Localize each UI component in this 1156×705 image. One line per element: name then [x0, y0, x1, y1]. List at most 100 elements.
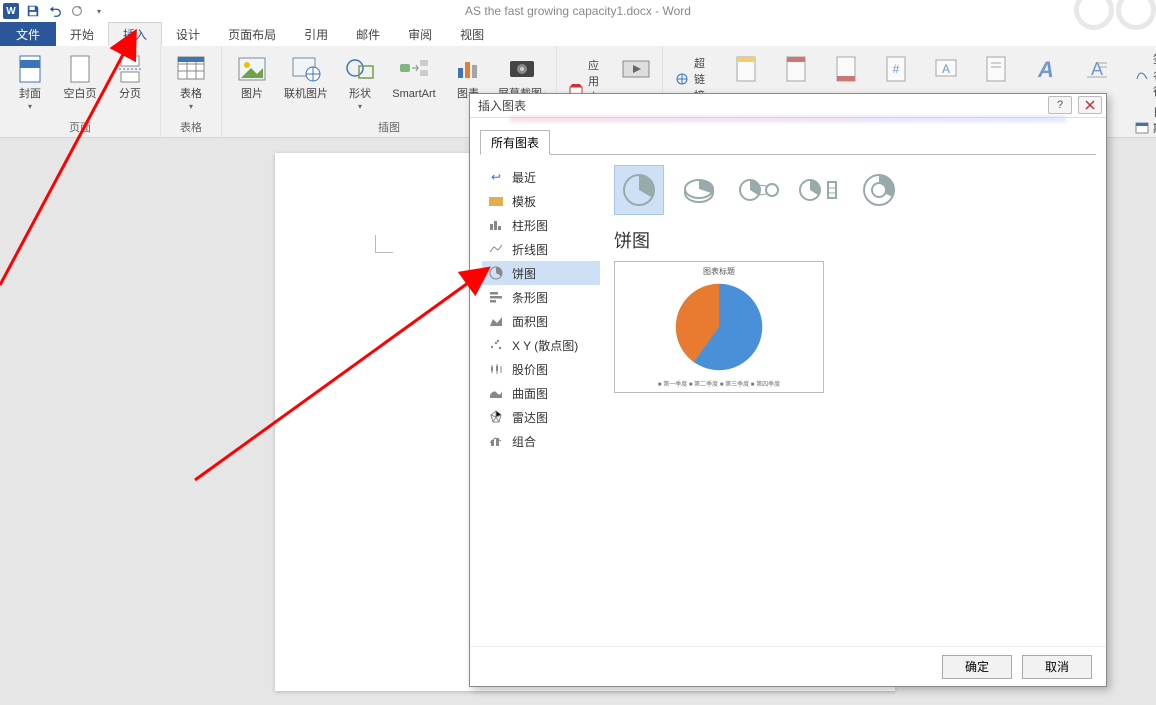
- blank-page-icon: [64, 53, 96, 85]
- cat-bar[interactable]: 条形图: [482, 285, 600, 309]
- placeholder-button-1[interactable]: [724, 50, 768, 85]
- smartart-icon: [398, 53, 430, 85]
- cat-line[interactable]: 折线图: [482, 237, 600, 261]
- combo-icon: [488, 433, 504, 449]
- surface-icon: [488, 385, 504, 401]
- cat-area[interactable]: 面积图: [482, 309, 600, 333]
- stock-icon: [488, 361, 504, 377]
- page-break-button[interactable]: 分页: [108, 50, 152, 100]
- word-icon: W: [3, 3, 19, 19]
- pie-preview-svg: [671, 279, 767, 375]
- template-icon: [488, 193, 504, 209]
- cat-combo[interactable]: 组合: [482, 429, 600, 453]
- cat-column[interactable]: 柱形图: [482, 213, 600, 237]
- line-icon: [488, 241, 504, 257]
- scatter-icon: [488, 337, 504, 353]
- svg-text:A: A: [1037, 57, 1054, 82]
- ok-button[interactable]: 确定: [942, 655, 1012, 679]
- group-label-tables: 表格: [169, 119, 213, 135]
- variant-pie-of-pie[interactable]: [734, 165, 784, 215]
- cover-page-icon: [14, 53, 46, 85]
- dialog-help-button[interactable]: ?: [1048, 96, 1072, 114]
- chart-preview-legend: ■ 第一季度 ■ 第二季度 ■ 第三季度 ■ 第四季度: [658, 379, 780, 388]
- signature-icon: [1135, 67, 1149, 83]
- tab-mailings[interactable]: 邮件: [342, 22, 394, 46]
- blurred-strip: [510, 116, 1066, 122]
- undo-icon[interactable]: [47, 3, 63, 19]
- tab-file[interactable]: 文件: [0, 22, 56, 46]
- tab-view[interactable]: 视图: [446, 22, 498, 46]
- table-button[interactable]: 表格▾: [169, 50, 213, 112]
- hyperlink-icon: [674, 71, 690, 87]
- cat-template[interactable]: 模板: [482, 189, 600, 213]
- chart-type-title: 饼图: [614, 227, 1094, 253]
- placeholder-button-4[interactable]: [974, 50, 1018, 85]
- window-title: AS the fast growing capacity1.docx - Wor…: [0, 4, 1156, 18]
- qat-more-icon[interactable]: ▾: [91, 3, 107, 19]
- variant-bar-of-pie[interactable]: [794, 165, 844, 215]
- margin-mark-icon: [375, 235, 393, 253]
- cover-page-button[interactable]: 封面▾: [8, 50, 52, 112]
- cat-pie[interactable]: 饼图: [482, 261, 600, 285]
- shapes-icon: [344, 53, 376, 85]
- group-label-pages: 页面: [8, 119, 152, 135]
- doughnut-variant-icon: [861, 172, 897, 208]
- column-icon: [488, 217, 504, 233]
- chart-icon: [452, 53, 484, 85]
- video-icon: [620, 53, 652, 85]
- signature-button[interactable]: 签名行: [1132, 50, 1156, 100]
- tab-insert[interactable]: 插入: [108, 22, 162, 46]
- tab-design[interactable]: 设计: [162, 22, 214, 46]
- tab-references[interactable]: 引用: [290, 22, 342, 46]
- save-icon[interactable]: [25, 3, 41, 19]
- tab-home[interactable]: 开始: [56, 22, 108, 46]
- cat-recent[interactable]: ↩最近: [482, 165, 600, 189]
- cat-surface[interactable]: 曲面图: [482, 381, 600, 405]
- redo-icon[interactable]: [69, 3, 85, 19]
- online-picture-icon: [290, 53, 322, 85]
- cat-xy[interactable]: X Y (散点图): [482, 333, 600, 357]
- title-bar: W ▾ AS the fast growing capacity1.docx -…: [0, 0, 1156, 22]
- svg-text:A: A: [1091, 59, 1103, 79]
- chart-preview[interactable]: 图表标题 ■ 第一季度 ■ 第二季度 ■ 第三季度 ■ 第四季度: [614, 261, 824, 393]
- dialog-tab-all-charts[interactable]: 所有图表: [480, 130, 550, 155]
- recent-icon: ↩: [488, 169, 504, 185]
- variant-pie[interactable]: [614, 165, 664, 215]
- group-pages: 封面▾ 空白页 分页 页面: [0, 46, 161, 137]
- variant-doughnut[interactable]: [854, 165, 904, 215]
- tab-layout[interactable]: 页面布局: [214, 22, 290, 46]
- smartart-button[interactable]: SmartArt: [388, 50, 440, 100]
- group-text-extras: 签名行 日期和 对象: [1126, 46, 1156, 137]
- dialog-title: 插入图表: [478, 97, 526, 114]
- svg-text:#: #: [893, 62, 900, 76]
- page-number-button[interactable]: #: [874, 50, 918, 85]
- radar-icon: [488, 409, 504, 425]
- blank-page-button[interactable]: 空白页: [58, 50, 102, 100]
- cat-radar[interactable]: 雷达图: [482, 405, 600, 429]
- dialog-close-button[interactable]: [1078, 96, 1102, 114]
- pie-of-pie-icon: [738, 175, 780, 205]
- ribbon-tabstrip: 文件 开始 插入 设计 页面布局 引用 邮件 审阅 视图: [0, 22, 1156, 46]
- wordart-button[interactable]: A: [1024, 50, 1068, 85]
- online-picture-button[interactable]: 联机图片: [280, 50, 332, 100]
- drop-cap-button[interactable]: A: [1074, 50, 1118, 85]
- pie3d-variant-icon: [681, 175, 717, 205]
- chart-preview-title: 图表标题: [703, 266, 735, 277]
- dialog-title-bar[interactable]: 插入图表 ?: [470, 94, 1106, 118]
- pie-variant-icon: [621, 172, 657, 208]
- page-break-icon: [114, 53, 146, 85]
- placeholder-button-3[interactable]: [824, 50, 868, 85]
- cancel-button[interactable]: 取消: [1022, 655, 1092, 679]
- variant-pie3d[interactable]: [674, 165, 724, 215]
- pie-icon: [488, 265, 504, 281]
- chart-category-list: ↩最近 模板 柱形图 折线图 饼图 条形图 面积图 X Y (散点图) 股价图 …: [482, 165, 600, 638]
- cat-stock[interactable]: 股价图: [482, 357, 600, 381]
- shapes-button[interactable]: 形状▾: [338, 50, 382, 112]
- text-box-button[interactable]: A: [924, 50, 968, 85]
- close-icon: [1084, 100, 1096, 110]
- area-icon: [488, 313, 504, 329]
- picture-button[interactable]: 图片: [230, 50, 274, 100]
- decorative-graphic: [1074, 0, 1156, 30]
- tab-review[interactable]: 审阅: [394, 22, 446, 46]
- placeholder-button-2[interactable]: [774, 50, 818, 85]
